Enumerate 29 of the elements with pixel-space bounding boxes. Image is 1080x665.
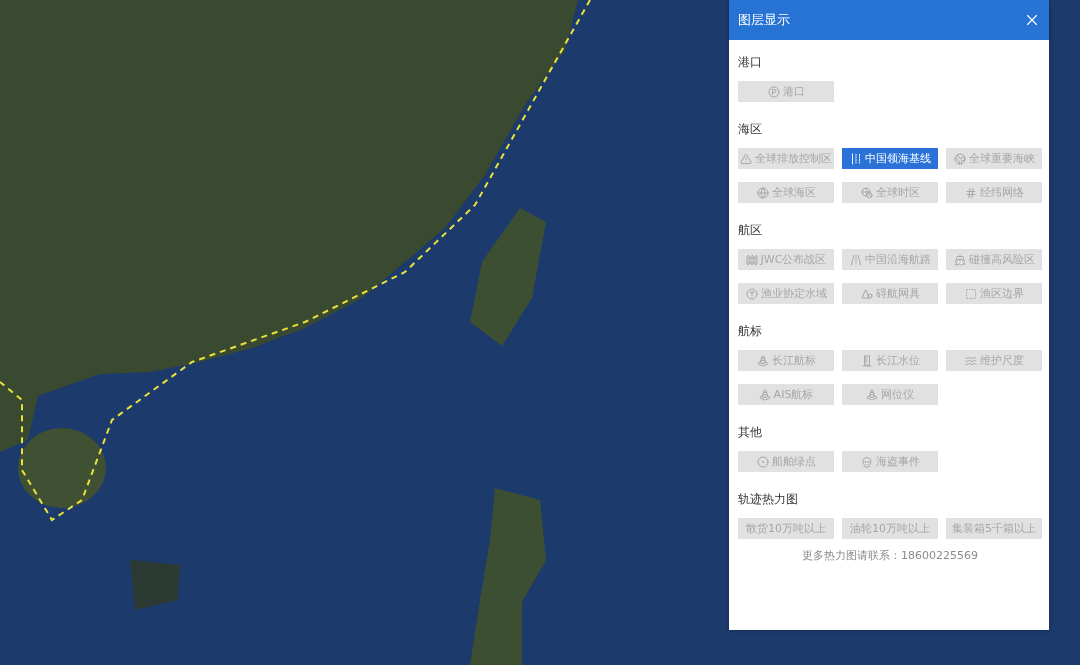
grid-icon: [964, 186, 977, 199]
section-title: 海区: [738, 121, 762, 137]
globe-icon: [953, 152, 966, 165]
globe-icon: [756, 186, 769, 199]
globe-clock-icon: [860, 186, 873, 199]
layer-button[interactable]: 中国领海基线: [842, 148, 938, 169]
dotted-lines-icon: [849, 152, 862, 165]
warning-icon: [740, 152, 752, 165]
section-title: 港口: [738, 54, 762, 70]
fence-icon: [745, 253, 758, 266]
section-title: 其他: [738, 424, 762, 440]
road-icon: [849, 253, 862, 266]
section-title: 航区: [738, 222, 762, 238]
panel-title: 图层显示: [738, 12, 790, 28]
contact-note: 更多热力图请联系：18600225569: [802, 549, 978, 563]
ruler-icon: [860, 354, 873, 367]
section-title: 轨迹热力图: [738, 491, 798, 507]
traffic-cone-icon: [866, 388, 878, 401]
waves-icon: [964, 354, 977, 367]
section-title: 航标: [738, 323, 762, 339]
triangle-icon: [860, 287, 873, 300]
traffic-cone-icon: [756, 354, 769, 367]
parking-icon: [767, 85, 780, 98]
dashed-square-icon: [964, 287, 977, 300]
target-icon: [756, 455, 769, 468]
circled-t-icon: [745, 287, 758, 300]
skull-icon: [860, 455, 873, 468]
traffic-cone-icon: [758, 388, 771, 401]
ship-icon: [953, 253, 966, 266]
